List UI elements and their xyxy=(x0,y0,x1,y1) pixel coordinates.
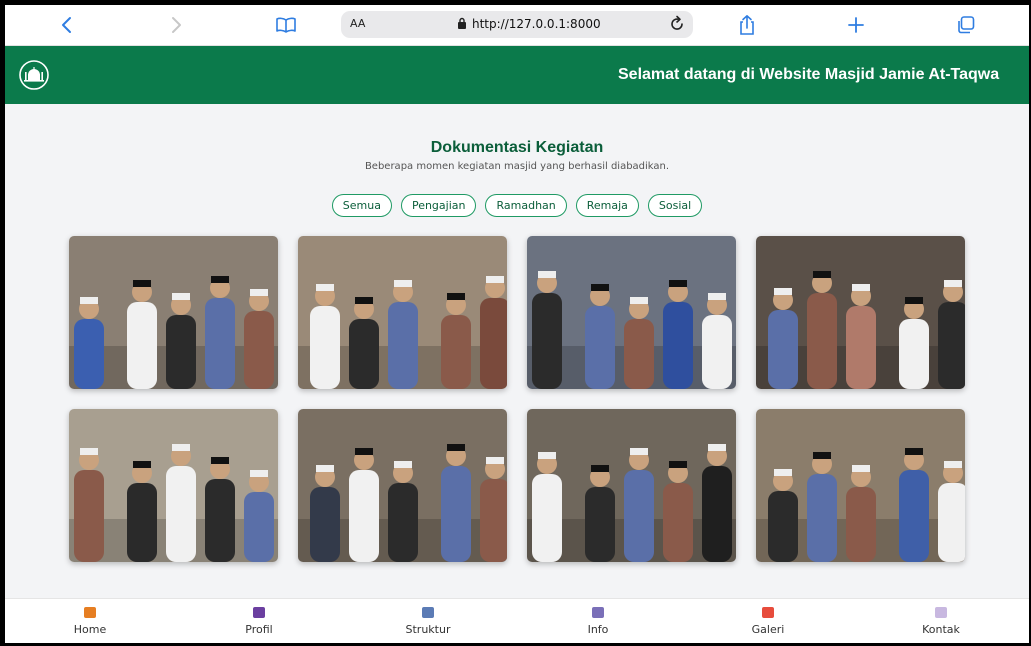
nav-home[interactable]: Home xyxy=(30,599,150,643)
nav-galeri[interactable]: Galeri xyxy=(708,599,828,643)
nav-profil[interactable]: Profil xyxy=(199,599,319,643)
site-header: Selamat datang di Website Masjid Jamie A… xyxy=(5,46,1029,104)
bookmarks-icon[interactable] xyxy=(274,13,298,37)
lock-icon xyxy=(457,17,467,33)
filter-ramadhan[interactable]: Ramadhan xyxy=(485,194,567,217)
gallery-photo-4[interactable] xyxy=(756,236,965,389)
gallery-photo-6[interactable] xyxy=(298,409,507,562)
people-icon xyxy=(253,607,265,618)
calendar-icon xyxy=(422,607,434,618)
photo-grid xyxy=(69,236,965,562)
nav-label: Kontak xyxy=(922,623,960,636)
gallery-photo-1[interactable] xyxy=(69,236,278,389)
nav-label: Home xyxy=(73,623,107,636)
nav-label: Struktur xyxy=(405,623,451,636)
address-bar[interactable]: AA http://127.0.0.1:8000 xyxy=(341,11,693,38)
text-size-button[interactable]: AA xyxy=(350,17,365,30)
browser-toolbar: AA http://127.0.0.1:8000 xyxy=(5,5,1029,46)
browser-window: AA http://127.0.0.1:8000 Selamat datang … xyxy=(5,5,1029,643)
share-icon[interactable] xyxy=(735,13,759,37)
bottom-navigation: Home Profil Struktur Info Galeri Kontak xyxy=(5,598,1029,643)
filter-pengajian[interactable]: Pengajian xyxy=(400,194,477,217)
nav-label: Galeri xyxy=(751,623,785,636)
tabs-overview-icon[interactable] xyxy=(954,13,978,37)
forward-icon[interactable] xyxy=(164,13,188,37)
welcome-marquee: Selamat datang di Website Masjid Jamie A… xyxy=(618,66,1000,83)
nav-struktur[interactable]: Struktur xyxy=(368,599,488,643)
filter-semua[interactable]: Semua xyxy=(331,194,392,217)
filter-remaja[interactable]: Remaja xyxy=(575,194,639,217)
filter-sosial[interactable]: Sosial xyxy=(647,194,703,217)
mail-icon xyxy=(935,607,947,618)
nav-info[interactable]: Info xyxy=(538,599,658,643)
mosque-logo[interactable] xyxy=(19,60,49,90)
nav-label: Info xyxy=(587,623,609,636)
gallery-photo-2[interactable] xyxy=(298,236,507,389)
nav-label: Profil xyxy=(245,623,273,636)
home-icon xyxy=(84,607,96,618)
gallery-photo-7[interactable] xyxy=(527,409,736,562)
gallery-photo-8[interactable] xyxy=(756,409,965,562)
filter-chips: Semua Pengajian Ramadhan Remaja Sosial xyxy=(5,194,1029,217)
rainbow-icon xyxy=(762,607,774,618)
back-icon[interactable] xyxy=(55,13,79,37)
info-chart-icon xyxy=(592,607,604,618)
gallery-photo-5[interactable] xyxy=(69,409,278,562)
gallery-title: Dokumentasi Kegiatan xyxy=(430,139,604,156)
reload-icon[interactable] xyxy=(669,15,685,36)
gallery-photo-3[interactable] xyxy=(527,236,736,389)
nav-kontak[interactable]: Kontak xyxy=(881,599,1001,643)
url-text[interactable]: http://127.0.0.1:8000 xyxy=(472,17,601,31)
new-tab-icon[interactable] xyxy=(844,13,868,37)
gallery-subtitle: Beberapa momen kegiatan masjid yang berh… xyxy=(364,161,670,172)
